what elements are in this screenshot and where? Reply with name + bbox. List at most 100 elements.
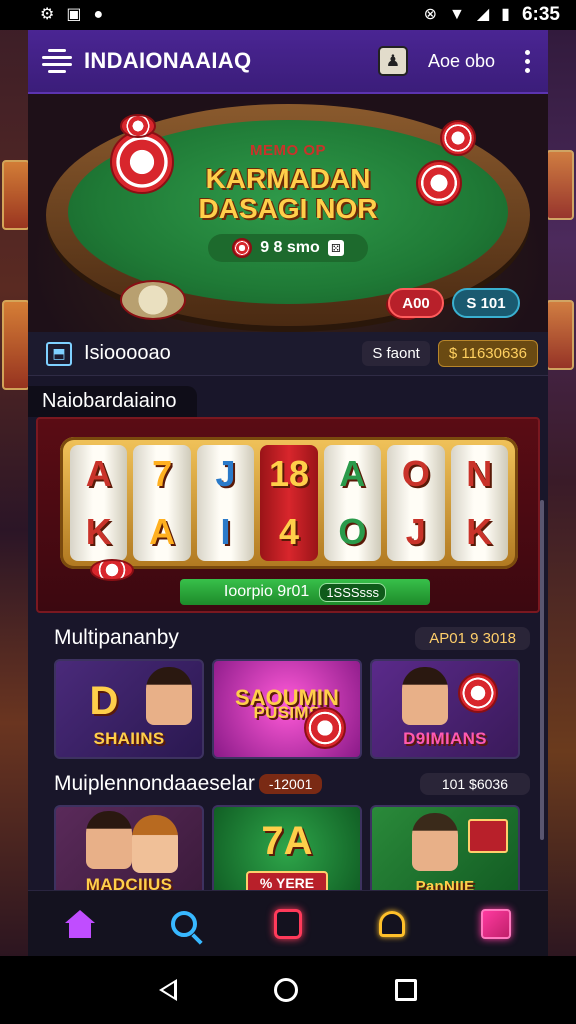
section-title-group: Muiplennondaaeselar -12001 [54,772,323,796]
system-nav-bar [0,956,576,1024]
slot-reel: AO [323,445,382,561]
bell-icon [379,910,405,937]
reel-symbol: K [85,511,112,552]
section-title: Muiplennondaaeselar [54,772,255,795]
game-card[interactable]: D9IMIANS [370,659,520,759]
slot-bar-label: Ioorpio 9r01 [223,583,310,600]
home-circle-icon[interactable] [273,978,298,1002]
reel-symbol: J [405,511,426,552]
bottom-nav [28,890,548,956]
reel-symbol: O [338,511,367,552]
vibrate-icon: ⊗ [423,6,437,23]
back-icon[interactable] [158,979,177,1001]
character-portrait [402,667,448,725]
reel-symbol: 4 [278,511,299,552]
reel-symbol: J [215,453,236,494]
nav-notifications[interactable] [370,902,414,946]
slot-machine-decoration [546,150,574,220]
section-meta-red[interactable]: -12001 [258,774,323,794]
chip-icon [232,238,253,258]
info-icon: ⬒ [46,341,72,366]
game-card-label: SHAIINS [93,729,165,748]
settings-icon: ⚙ [40,6,55,23]
chip-icon [90,559,134,581]
hero-title: KARMADAN DASAGI NOR [28,164,548,224]
reel-symbol: I [220,511,231,552]
hero-subtitle: MEMO OP [249,142,326,159]
slot-machine-decoration [2,160,30,230]
game-card-big-text: D [89,679,119,723]
section-title: Multipananby [54,626,179,649]
game-card-big-text: 7A [261,819,313,863]
hero-pill[interactable]: 9 8 smo ⚄ [208,234,368,262]
status-bar: ⚙ ▣ ● ⊗ ▼ ◢ ▮ 6:35 [0,0,576,30]
hero-badge-teal[interactable]: S 101 [452,288,520,318]
section-meta[interactable]: AP01 9 3018 [415,626,530,650]
section-header: Muiplennondaaeselar -12001 101 $6036 [28,767,548,801]
nav-home[interactable] [58,902,102,946]
slot-machine-decoration [546,300,574,370]
search-icon [171,910,197,937]
signal-icon: ◢ [476,6,490,23]
slot-reel: 7A [133,445,191,561]
slot-bar-badge: 1SSSsss [319,582,387,602]
menu-icon[interactable] [42,49,72,73]
hero-title-line2: DASAGI NOR [198,193,378,224]
avatar[interactable]: ♟ [377,46,408,76]
dice-icon: ⚄ [327,240,344,256]
character-portrait [132,815,178,873]
nav-search[interactable] [162,902,206,946]
reel-symbol: 7 [152,453,173,494]
hero-badge-red[interactable]: A00 [388,288,444,318]
info-label: Isiooooao [84,342,171,364]
recents-icon[interactable] [395,979,418,1001]
game-card-row: D SHAIINS SAOUMIN PUSIMS D9IMIANS [28,659,548,759]
app-screen: INDAIONAAIAQ ♟ Aoe obo MEMO OP KARMADAN … [28,30,548,956]
reel-symbol: 18 [268,453,309,494]
info-row: ⬒ Isiooooao S faont $ 11630636 [28,332,548,376]
chip-stack-icon [120,280,186,320]
reel-symbol: A [339,453,366,494]
slot-reel: JI [196,445,255,561]
game-card[interactable]: SAOUMIN PUSIMS [212,659,362,759]
chip-icon [304,707,346,749]
reel-symbol: A [85,453,112,494]
lock-icon: ● [93,6,104,23]
house-icon [274,908,302,939]
section-header: Multipananby AP01 9 3018 [28,621,548,655]
home-icon [65,909,95,938]
slot-reel: NK [450,445,508,561]
clock: 6:35 [521,4,560,25]
nav-house[interactable] [266,902,310,946]
slot-reel: OJ [387,445,445,561]
chip-icon [458,673,498,713]
reel-symbol: O [401,453,430,494]
slot-reel: AK [70,445,128,561]
app-bar: INDAIONAAIAQ ♟ Aoe obo [28,30,548,94]
battery-icon: ▮ [501,6,510,23]
coin-balance[interactable]: $ 11630636 [437,340,538,367]
slot-machine-card[interactable]: A K 7 A J I 18 4 A O O J N K Ioorpio 9r01 1SSSsss [36,417,540,613]
chip-icon [120,114,156,138]
app-title: INDAIONAAIAQ [84,48,252,73]
reel-symbol: A [149,511,176,552]
hero-title-line1: KARMADAN [205,163,371,194]
reel-symbol: K [466,511,493,552]
info-button[interactable]: S faont [362,341,430,366]
slot-machine-decoration [2,300,30,390]
slot-reel: 18 4 [260,445,318,561]
wifi-icon: ▼ [449,6,465,23]
character-portrait [412,813,458,871]
balance: Aoe obo [427,50,495,71]
section-meta[interactable]: 101 $6036 [419,773,530,795]
scrollbar[interactable] [540,500,544,840]
image-icon: ▣ [66,6,82,23]
game-card[interactable]: D SHAIINS [54,659,204,759]
hero-pill-label: 9 8 smo [260,239,320,256]
slot-reels: A K 7 A J I 18 4 A O O J N K [60,437,518,569]
more-options-icon[interactable] [521,46,534,77]
slot-section-title: Naiobardaiaino [28,386,197,417]
slot-play-bar[interactable]: Ioorpio 9r01 1SSSsss [180,579,430,605]
cube-icon [481,908,511,939]
nav-store[interactable] [474,902,518,946]
